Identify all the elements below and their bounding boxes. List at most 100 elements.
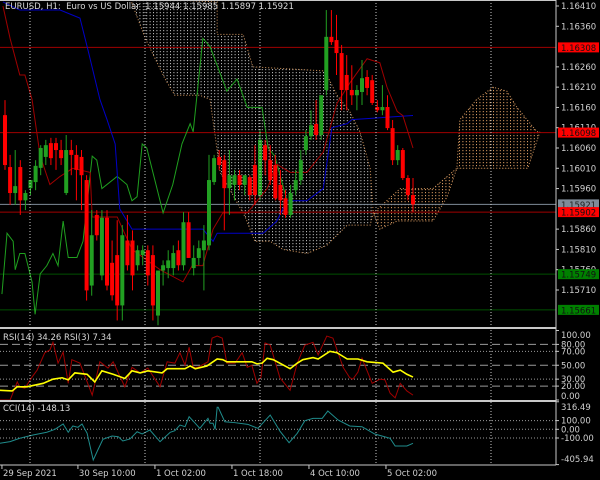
ohlc-values: 1.15944 1.15985 1.15897 1.15921 bbox=[145, 2, 294, 12]
cci-level-label: -100.00 bbox=[561, 434, 594, 444]
time-label: 4 Oct 10:00 bbox=[310, 469, 360, 479]
candle-body bbox=[329, 36, 334, 43]
price-tick-label: 1.16160 bbox=[561, 103, 596, 113]
candle-body bbox=[370, 80, 375, 103]
candle-body bbox=[64, 150, 69, 194]
candle bbox=[171, 245, 176, 276]
candle bbox=[360, 59, 364, 105]
candle-body bbox=[354, 89, 359, 96]
candle bbox=[84, 175, 89, 301]
candle-body bbox=[140, 250, 145, 256]
price-tick-label: 1.16210 bbox=[561, 83, 596, 93]
candle-body bbox=[227, 175, 232, 189]
candle bbox=[89, 210, 94, 296]
candle-body bbox=[156, 270, 160, 316]
candle bbox=[3, 100, 7, 170]
price-tick-label: 1.15860 bbox=[561, 225, 596, 235]
candle-body bbox=[161, 265, 166, 271]
candle-body bbox=[278, 184, 283, 201]
candle-body bbox=[232, 175, 237, 185]
candle bbox=[115, 220, 120, 321]
candle-body bbox=[339, 53, 344, 90]
candle bbox=[120, 225, 125, 321]
rsi-level-label: 50.00 bbox=[561, 361, 585, 371]
candle bbox=[23, 190, 28, 211]
candle-body bbox=[94, 214, 99, 236]
candle bbox=[135, 245, 140, 271]
cci-panel[interactable] bbox=[0, 406, 556, 462]
panel-divider bbox=[0, 327, 556, 329]
candle-body bbox=[365, 76, 370, 88]
candle bbox=[99, 210, 104, 281]
symbol-timeframe: EURUSD, H1: bbox=[5, 2, 61, 12]
candle-body bbox=[273, 165, 278, 199]
candle-body bbox=[252, 165, 257, 196]
candle bbox=[365, 70, 370, 96]
candle bbox=[375, 100, 380, 113]
candle-body bbox=[38, 147, 43, 168]
price-tick-label: 1.16060 bbox=[561, 144, 596, 154]
candle-body bbox=[48, 143, 53, 159]
candle bbox=[38, 145, 43, 176]
price-tick-label: 1.16260 bbox=[561, 63, 596, 73]
candle bbox=[370, 74, 375, 105]
candle bbox=[181, 212, 186, 271]
candle-body bbox=[79, 156, 84, 176]
rsi-level-label: 20.00 bbox=[561, 382, 585, 392]
candle-body bbox=[324, 36, 329, 90]
candle-body bbox=[186, 222, 191, 258]
chart-header: EURUSD, H1: Euro vs US Dollar 1.15944 1.… bbox=[5, 2, 294, 12]
panel-divider bbox=[0, 400, 556, 402]
candle-body bbox=[150, 255, 155, 306]
candle-body bbox=[217, 156, 222, 166]
cci-title: CCI(14) -148.13 bbox=[3, 404, 71, 414]
cci-line bbox=[0, 406, 414, 462]
candle bbox=[8, 154, 13, 205]
symbol-description: Euro vs US Dollar bbox=[66, 2, 140, 12]
candle-body bbox=[69, 150, 74, 155]
candle-body bbox=[43, 145, 48, 157]
candle-body bbox=[84, 180, 89, 291]
price-tick-label: 1.15810 bbox=[561, 245, 596, 255]
time-label: 5 Oct 02:00 bbox=[387, 469, 437, 479]
candle-body bbox=[54, 143, 58, 151]
candle-body bbox=[309, 125, 313, 137]
candle bbox=[222, 154, 227, 231]
rsi-panel[interactable] bbox=[0, 335, 556, 401]
price-tick-label: 1.16010 bbox=[561, 164, 596, 174]
chart-canvas[interactable]: 29 Sep 2021 30 Sep 10:00 1 Oct 02:00 1 Oct … bbox=[0, 0, 600, 480]
time-label: 30 Sep 10:00 bbox=[79, 469, 136, 479]
candle bbox=[385, 95, 390, 131]
candle bbox=[130, 230, 135, 291]
candle bbox=[161, 260, 166, 286]
candle-body bbox=[411, 195, 415, 205]
candle-body bbox=[74, 154, 79, 170]
candle-body bbox=[135, 250, 140, 266]
candle-body bbox=[59, 150, 64, 159]
candle bbox=[400, 147, 405, 181]
candle bbox=[48, 137, 53, 166]
price-panel[interactable] bbox=[0, 0, 556, 326]
candle bbox=[33, 160, 38, 191]
candle bbox=[18, 160, 23, 215]
candle-body bbox=[390, 128, 395, 161]
cci-level-label: 316.49 bbox=[561, 403, 591, 413]
candle-body bbox=[105, 217, 109, 286]
price-tick-label: 1.15710 bbox=[561, 286, 596, 296]
candle bbox=[196, 240, 201, 266]
rsi14-line bbox=[0, 350, 414, 392]
candle bbox=[191, 245, 196, 276]
candle-body bbox=[283, 198, 288, 215]
candle-body bbox=[99, 217, 104, 276]
candle-body bbox=[120, 235, 125, 306]
candle-body bbox=[349, 89, 354, 96]
candle-body bbox=[334, 40, 339, 54]
candle-body bbox=[176, 250, 181, 266]
candle-body bbox=[303, 136, 308, 151]
candle-body bbox=[268, 160, 273, 181]
candle-body bbox=[385, 107, 390, 129]
candle bbox=[319, 95, 324, 140]
candle bbox=[64, 135, 69, 196]
candle-body bbox=[298, 160, 303, 181]
candle bbox=[329, 10, 334, 45]
